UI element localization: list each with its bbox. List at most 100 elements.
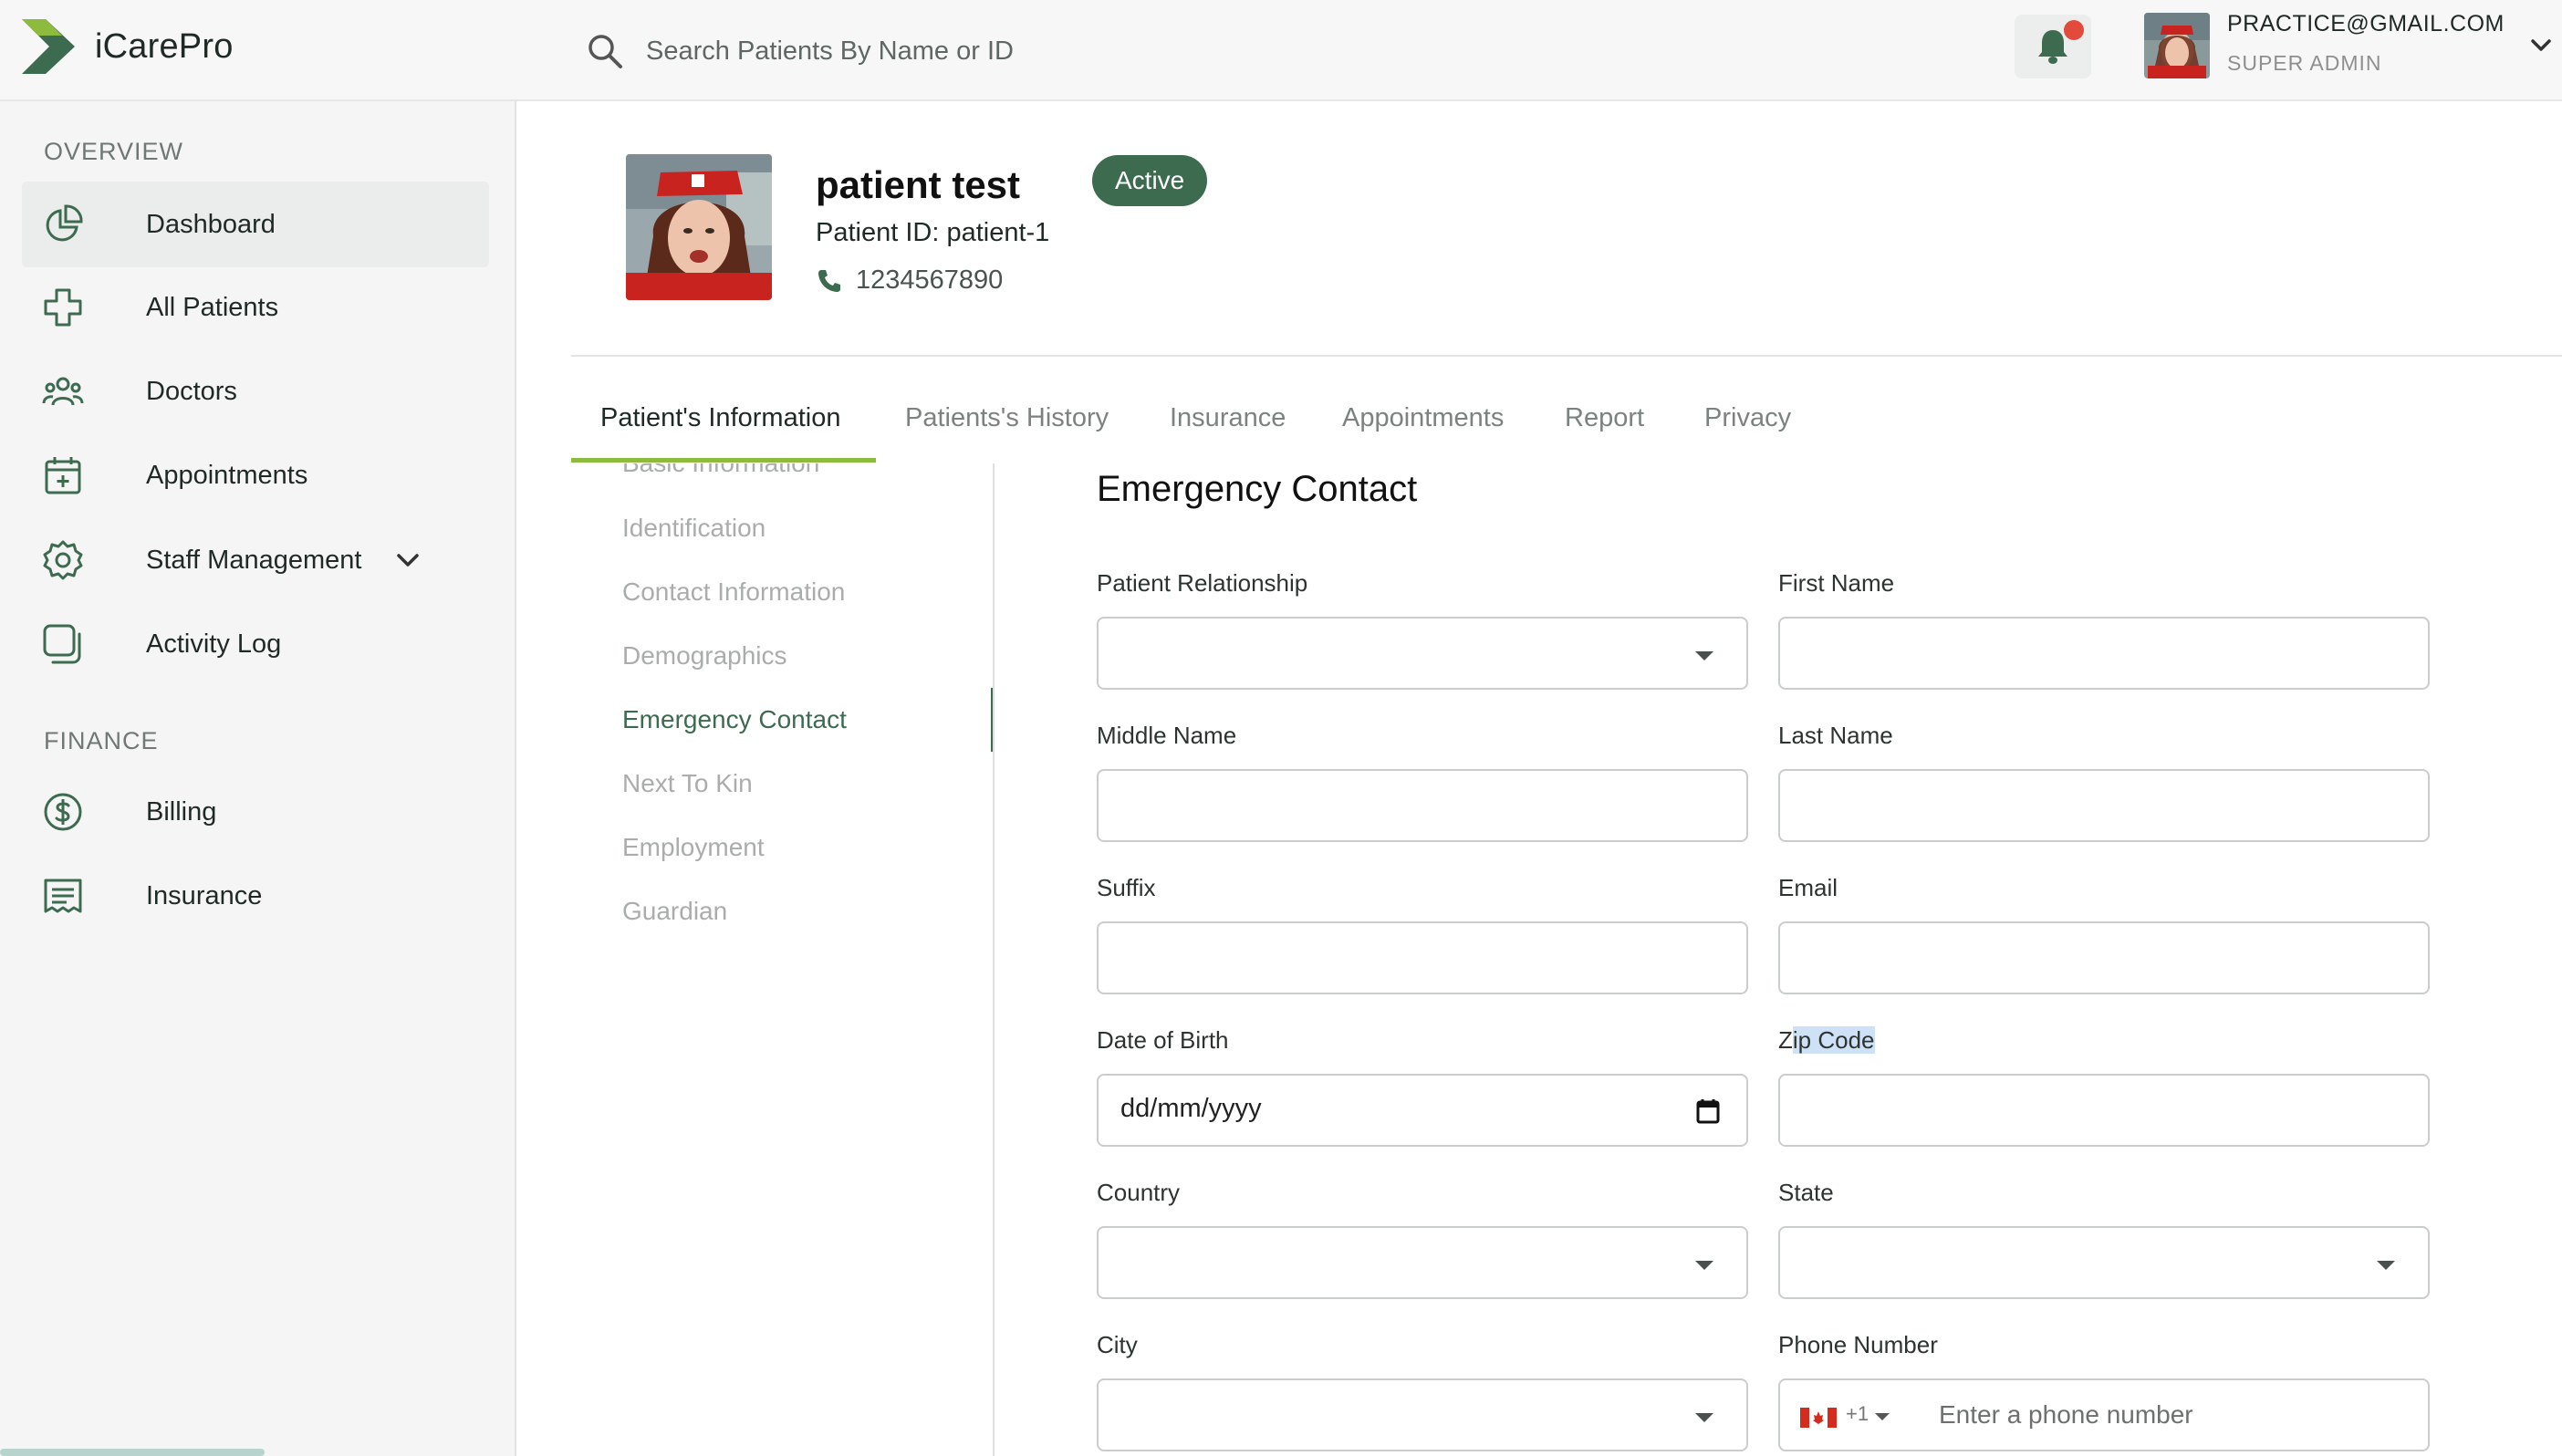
sidebar-item-label: Staff Management <box>146 545 362 575</box>
tab-privacy[interactable]: Privacy <box>1704 374 1791 462</box>
search-input[interactable] <box>646 28 1467 74</box>
chevron-down-icon[interactable] <box>2527 31 2555 58</box>
section-nav-basic-information[interactable]: Basic Information <box>622 463 819 478</box>
top-bar: iCarePro PRACTICE@GMAIL.COM SUPER ADMIN <box>0 0 2562 101</box>
patient-header: patient test Patient ID: patient-1 12345… <box>571 101 2562 357</box>
gear-icon <box>43 540 83 580</box>
sidebar-item-label: Billing <box>146 796 217 827</box>
sidebar-item-label: Insurance <box>146 880 263 910</box>
country-select[interactable] <box>1097 1226 1748 1299</box>
sidebar-item-label: All Patients <box>146 292 279 322</box>
tab-appointments[interactable]: Appointments <box>1342 374 1504 462</box>
canada-flag-icon[interactable] <box>1800 1408 1837 1428</box>
zip-code-label-highlight: ip Code <box>1792 1026 1875 1054</box>
caret-down-icon <box>2377 1261 2395 1270</box>
sidebar: OVERVIEW Dashboard All Patients Doctors <box>0 101 516 1456</box>
finance-section-label: FINANCE <box>44 727 159 754</box>
section-nav-demographics[interactable]: Demographics <box>622 641 787 671</box>
caret-down-icon <box>1695 651 1713 660</box>
app-title: iCarePro <box>95 26 234 66</box>
middle-name-label: Middle Name <box>1097 722 1237 749</box>
relationship-label: Patient Relationship <box>1097 569 1308 597</box>
tab-patients-information[interactable]: Patient's Information <box>600 374 840 462</box>
suffix-label: Suffix <box>1097 874 1156 901</box>
section-nav-guardian[interactable]: Guardian <box>622 897 727 926</box>
user-email: PRACTICE@GMAIL.COM <box>2227 11 2505 36</box>
caret-down-icon[interactable] <box>1875 1413 1890 1420</box>
last-name-input[interactable] <box>1780 771 2428 840</box>
sidebar-item-label: Doctors <box>146 376 237 406</box>
zip-code-field[interactable] <box>1778 1074 2430 1147</box>
state-label: State <box>1778 1179 1834 1206</box>
form-title: Emergency Contact <box>1097 469 1418 509</box>
user-avatar[interactable] <box>2144 13 2210 78</box>
dob-placeholder: dd/mm/yyyy <box>1120 1094 1262 1123</box>
sidebar-item-dashboard[interactable]: Dashboard <box>22 182 489 267</box>
dob-label: Date of Birth <box>1097 1026 1229 1054</box>
section-nav-identification[interactable]: Identification <box>622 514 765 543</box>
search-icon <box>588 35 622 68</box>
sidebar-item-activity-log[interactable]: Activity Log <box>22 601 489 687</box>
caret-down-icon <box>1695 1261 1713 1270</box>
overview-section-label: OVERVIEW <box>44 138 184 165</box>
sidebar-item-label: Appointments <box>146 460 308 490</box>
city-select[interactable] <box>1097 1378 1748 1451</box>
status-badge: Active <box>1092 155 1208 206</box>
calendar-plus-icon <box>45 457 81 494</box>
zip-code-label: Zip Code <box>1778 1026 1875 1055</box>
middle-name-field[interactable] <box>1097 769 1748 842</box>
phone-number-field[interactable]: +1 <box>1778 1378 2562 1451</box>
state-select[interactable] <box>1778 1226 2430 1299</box>
sidebar-item-doctors[interactable]: Doctors <box>22 348 489 434</box>
calendar-icon[interactable] <box>1695 1097 1721 1125</box>
middle-name-input[interactable] <box>1099 771 1746 840</box>
sidebar-scrollbar[interactable] <box>0 1449 265 1456</box>
app-logo[interactable]: iCarePro <box>18 16 234 78</box>
section-nav-employment[interactable]: Employment <box>622 833 765 862</box>
first-name-input[interactable] <box>1780 619 2428 688</box>
sidebar-item-all-patients[interactable]: All Patients <box>22 265 489 350</box>
tab-insurance[interactable]: Insurance <box>1170 374 1286 462</box>
copy-icon <box>43 624 81 664</box>
city-label: City <box>1097 1331 1138 1358</box>
email-field[interactable] <box>1778 921 2430 994</box>
phone-country-code[interactable]: +1 <box>1846 1402 1869 1426</box>
tab-patients-history[interactable]: Patients's History <box>905 374 1109 462</box>
active-tab-indicator <box>571 458 876 463</box>
tab-report[interactable]: Report <box>1565 374 1644 462</box>
phone-icon <box>818 269 840 292</box>
sidebar-item-staff-management[interactable]: Staff Management <box>22 517 489 603</box>
sidebar-item-billing[interactable]: Billing <box>22 769 489 855</box>
section-nav-next-to-kin[interactable]: Next To Kin <box>622 769 753 798</box>
sidebar-item-appointments[interactable]: Appointments <box>22 432 489 518</box>
phone-number-label: Phone Number <box>1778 1331 1938 1358</box>
relationship-select[interactable] <box>1097 617 1748 690</box>
first-name-field[interactable] <box>1778 617 2430 690</box>
dob-field[interactable]: dd/mm/yyyy <box>1097 1074 1748 1147</box>
section-nav-emergency-contact[interactable]: Emergency Contact <box>622 705 847 734</box>
sidebar-item-insurance[interactable]: Insurance <box>22 853 489 939</box>
phone-number-input[interactable] <box>1917 1380 2562 1450</box>
patient-phone: 1234567890 <box>816 265 1003 296</box>
suffix-input[interactable] <box>1099 923 1746 993</box>
last-name-field[interactable] <box>1778 769 2430 842</box>
caret-down-icon <box>1695 1413 1713 1422</box>
patient-id: Patient ID: patient-1 <box>816 218 1050 247</box>
search-bar[interactable] <box>584 24 1467 78</box>
receipt-icon <box>44 879 82 913</box>
section-nav-contact-information[interactable]: Contact Information <box>622 577 845 607</box>
first-name-label: First Name <box>1778 569 1895 597</box>
country-label: Country <box>1097 1179 1181 1206</box>
section-nav-active-indicator <box>991 688 993 752</box>
chevron-down-icon[interactable] <box>392 545 423 576</box>
notification-badge <box>2064 20 2084 40</box>
section-nav: Basic Information Identification Contact… <box>571 463 995 1456</box>
zip-code-input[interactable] <box>1780 1076 2428 1145</box>
notifications-button[interactable] <box>2015 15 2091 78</box>
zip-code-label-start: Z <box>1778 1026 1793 1054</box>
email-input[interactable] <box>1780 923 2428 993</box>
suffix-field[interactable] <box>1097 921 1748 994</box>
people-icon <box>42 377 84 406</box>
patient-phone-number: 1234567890 <box>856 265 1004 295</box>
dollar-circle-icon <box>44 793 82 831</box>
